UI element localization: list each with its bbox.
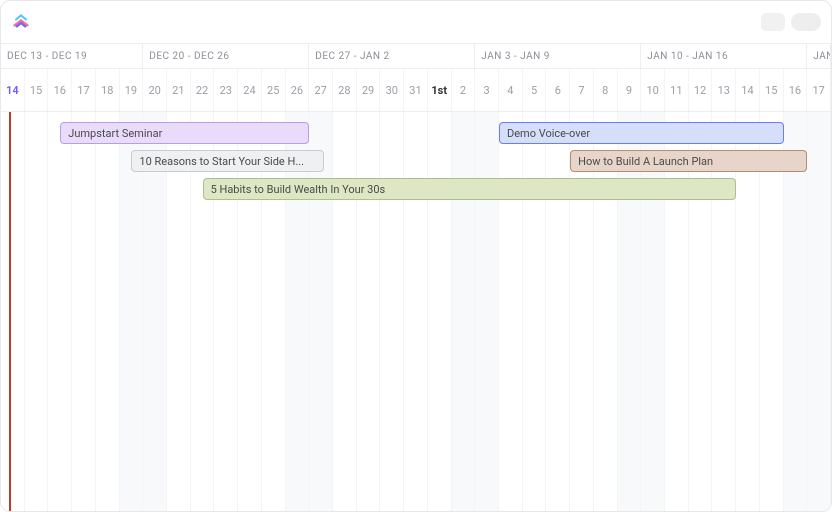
day-cell[interactable]: 17 (807, 69, 831, 111)
day-column (380, 112, 404, 511)
day-column (96, 112, 120, 511)
gantt-app: DEC 13 - DEC 19DEC 20 - DEC 26DEC 27 - J… (0, 0, 832, 512)
week-label: JAN (807, 44, 831, 68)
day-column (1, 112, 25, 511)
task-jumpstart-seminar[interactable]: Jumpstart Seminar (60, 122, 309, 144)
day-cell[interactable]: 21 (167, 69, 191, 111)
day-column (428, 112, 452, 511)
day-column (546, 112, 570, 511)
day-cell[interactable]: 27 (309, 69, 333, 111)
day-column (48, 112, 72, 511)
day-cell[interactable]: 2 (452, 69, 476, 111)
topbar (1, 1, 831, 43)
day-cell[interactable]: 11 (665, 69, 689, 111)
day-column (357, 112, 381, 511)
task-10-reasons[interactable]: 10 Reasons to Start Your Side H... (131, 150, 323, 172)
day-cell[interactable]: 15 (760, 69, 784, 111)
day-cell[interactable]: 17 (72, 69, 96, 111)
day-cell[interactable]: 18 (96, 69, 120, 111)
day-cell[interactable]: 9 (618, 69, 642, 111)
week-label: DEC 27 - JAN 2 (309, 44, 475, 68)
day-cell[interactable]: 30 (380, 69, 404, 111)
day-column (333, 112, 357, 511)
day-cell[interactable]: 24 (238, 69, 262, 111)
day-cell[interactable]: 23 (214, 69, 238, 111)
day-cell[interactable]: 4 (499, 69, 523, 111)
day-cell[interactable]: 20 (143, 69, 167, 111)
day-cell[interactable]: 26 (286, 69, 310, 111)
day-column (452, 112, 476, 511)
day-cell[interactable]: 15 (25, 69, 49, 111)
task-launch-plan[interactable]: How to Build A Launch Plan (570, 150, 807, 172)
day-column (499, 112, 523, 511)
day-cell[interactable]: 14 (1, 69, 25, 111)
day-cell[interactable]: 5 (523, 69, 547, 111)
day-cell[interactable]: 12 (689, 69, 713, 111)
day-cell[interactable]: 19 (120, 69, 144, 111)
day-cell[interactable]: 7 (570, 69, 594, 111)
task-demo-voice-over[interactable]: Demo Voice-over (499, 122, 784, 144)
task-5-habits[interactable]: 5 Habits to Build Wealth In Your 30s (203, 178, 737, 200)
week-label: JAN 3 - JAN 9 (475, 44, 641, 68)
day-header-row: 1415161718192021222324252627282930311st2… (1, 69, 831, 112)
day-cell[interactable]: 16 (48, 69, 72, 111)
day-column (404, 112, 428, 511)
day-cell[interactable]: 29 (357, 69, 381, 111)
day-cell[interactable]: 6 (546, 69, 570, 111)
clickup-logo-icon (11, 12, 31, 32)
topbar-right (761, 13, 821, 31)
gantt-body[interactable]: Jumpstart Seminar Demo Voice-over 10 Reaso… (1, 112, 831, 511)
day-cell[interactable]: 22 (191, 69, 215, 111)
week-label: DEC 13 - DEC 19 (1, 44, 143, 68)
day-cell[interactable]: 1st (428, 69, 452, 111)
day-cell[interactable]: 25 (262, 69, 286, 111)
week-header-row: DEC 13 - DEC 19DEC 20 - DEC 26DEC 27 - J… (1, 43, 831, 69)
day-cell[interactable]: 14 (736, 69, 760, 111)
day-cell[interactable]: 16 (784, 69, 808, 111)
toolbar-button-1[interactable] (761, 13, 785, 31)
day-column (72, 112, 96, 511)
week-label: JAN 10 - JAN 16 (641, 44, 807, 68)
day-column (475, 112, 499, 511)
day-cell[interactable]: 31 (404, 69, 428, 111)
day-column (523, 112, 547, 511)
day-cell[interactable]: 28 (333, 69, 357, 111)
day-column (25, 112, 49, 511)
day-column (807, 112, 831, 511)
toolbar-toggle[interactable] (791, 13, 821, 31)
week-label: DEC 20 - DEC 26 (143, 44, 309, 68)
day-cell[interactable]: 13 (712, 69, 736, 111)
day-cell[interactable]: 10 (641, 69, 665, 111)
day-cell[interactable]: 8 (594, 69, 618, 111)
today-line (9, 112, 11, 511)
day-cell[interactable]: 3 (475, 69, 499, 111)
